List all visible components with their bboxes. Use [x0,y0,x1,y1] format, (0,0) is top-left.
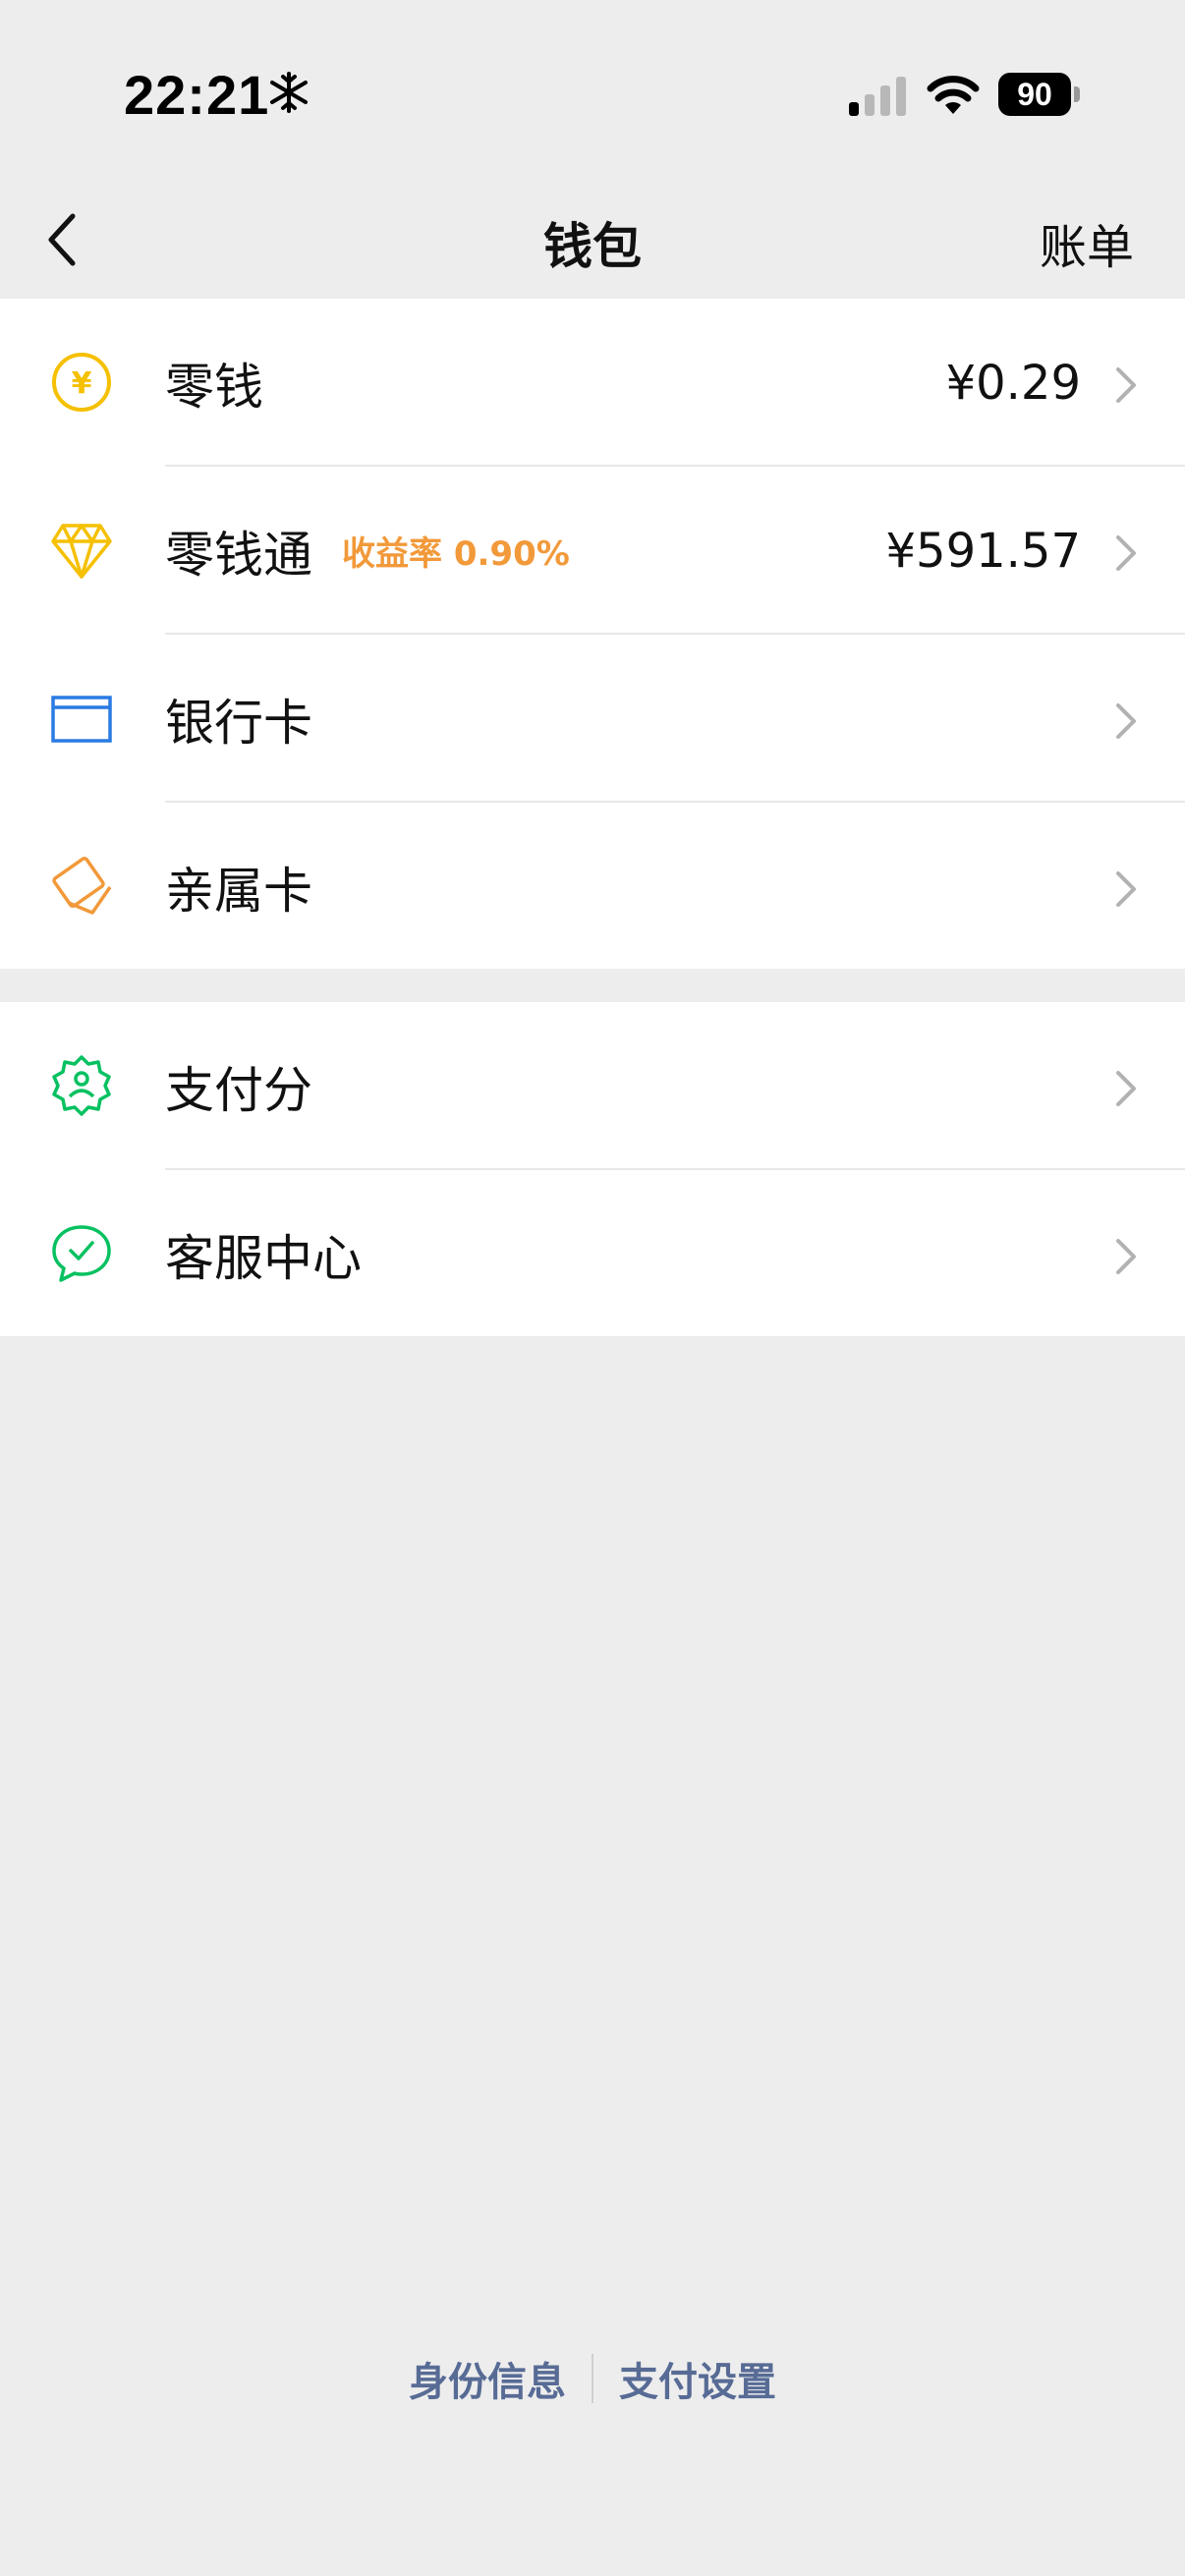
signal-icon [849,77,906,116]
row-change-pass[interactable]: 零钱通 收益率 0.90% ¥591.57 [0,467,1185,635]
chevron-right-icon [1116,1071,1136,1106]
change-pass-balance: ¥591.57 [885,523,1082,579]
bill-button[interactable]: 账单 [1040,187,1134,299]
change-balance: ¥0.29 [945,355,1081,411]
family-card-icon [52,857,112,915]
chevron-right-icon [1116,367,1136,403]
page-title: 钱包 [543,218,642,275]
yuan-coin-icon: ¥ [52,353,111,412]
row-label: 亲属卡 [165,862,312,920]
row-label: 零钱 [165,358,263,416]
chevron-left-icon [48,213,76,266]
row-label: 支付分 [165,1061,312,1119]
battery-tip [1074,86,1080,102]
customer-service-icon [52,1225,111,1282]
status-bar: 22:21 90 [0,0,1185,187]
svg-text:¥: ¥ [72,366,92,401]
chevron-right-icon [1116,871,1136,907]
pay-score-badge-icon [52,1055,111,1116]
row-bank-card[interactable]: 银行卡 [0,635,1185,803]
bank-card-icon [51,696,112,743]
wallet-section-services: 支付分 客服中心 [0,1002,1185,1336]
footer-links: 身份信息 支付设置 [0,2344,1185,2413]
row-change[interactable]: ¥ 零钱 ¥0.29 [0,299,1185,467]
wallet-section-main: ¥ 零钱 ¥0.29 零钱通 收益率 0.90% ¥591.57 银行卡 亲属卡 [0,299,1185,969]
back-button[interactable] [35,200,94,279]
wifi-icon [927,76,980,114]
payment-settings-link[interactable]: 支付设置 [593,2350,802,2407]
yield-rate-badge: 收益率 0.90% [342,534,570,574]
chevron-right-icon [1116,703,1136,739]
nav-bar: 钱包 账单 [0,187,1185,299]
row-family-card[interactable]: 亲属卡 [0,803,1185,971]
identity-info-link[interactable]: 身份信息 [383,2350,592,2407]
snowflake-icon [270,72,308,113]
chevron-right-icon [1116,535,1136,571]
battery-icon: 90 [998,73,1081,116]
diamond-icon [51,524,112,579]
battery-level: 90 [998,73,1071,116]
wallet-page: 22:21 90 钱包 账单 ¥ 零钱 ¥0.29 零钱通 收益率 0.90% … [0,0,1185,2576]
row-customer-service[interactable]: 客服中心 [0,1170,1185,1338]
row-pay-score[interactable]: 支付分 [0,1002,1185,1170]
row-label-text: 零钱通 [165,526,312,584]
row-label: 客服中心 [165,1229,362,1287]
row-label: 银行卡 [165,694,312,752]
row-label: 零钱通 收益率 0.90% [165,467,570,635]
chevron-right-icon [1116,1239,1136,1274]
status-time: 22:21 [124,64,270,126]
